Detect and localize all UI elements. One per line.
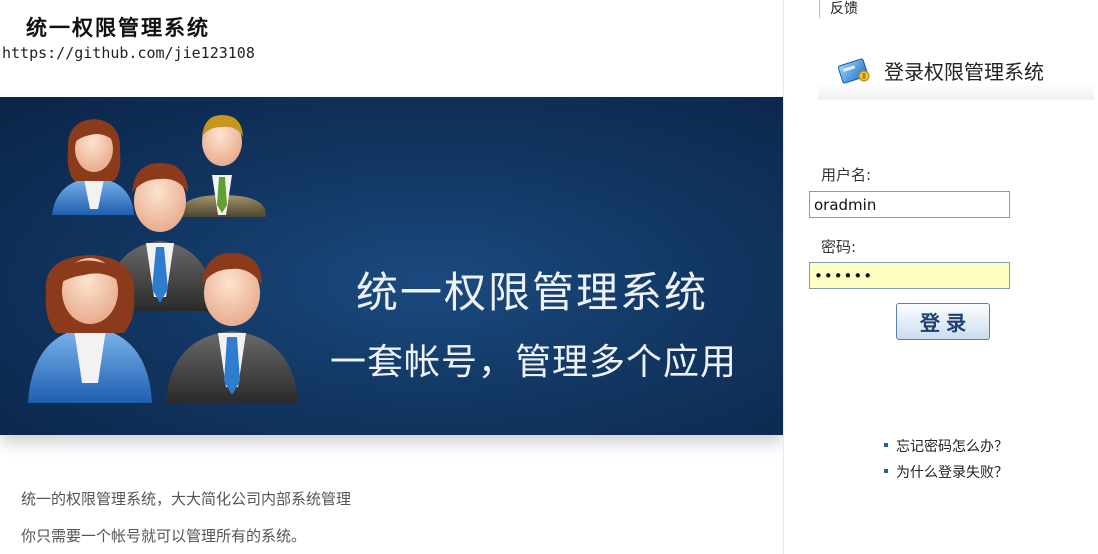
- banner-heading: 统一权限管理系统: [356, 268, 709, 317]
- login-title: 登录权限管理系统: [884, 60, 1044, 84]
- bullet-icon: [884, 443, 888, 447]
- description-line-1: 统一的权限管理系统，大大简化公司内部系统管理: [21, 490, 352, 508]
- username-input[interactable]: [809, 191, 1010, 218]
- intro-panel: 统一权限管理系统 https://github.com/jie123108 统一…: [0, 0, 783, 554]
- login-header: 登录权限管理系统: [818, 44, 1094, 100]
- password-input[interactable]: [809, 262, 1010, 289]
- help-links: 忘记密码怎么办？ 为什么登录失败？: [884, 436, 1008, 488]
- username-label: 用户名:: [821, 166, 872, 184]
- login-button[interactable]: 登录: [896, 303, 990, 340]
- login-page: 统一权限管理系统 https://github.com/jie123108 统一…: [0, 0, 1098, 554]
- feedback-link[interactable]: 反馈: [819, 0, 858, 18]
- help-link-label: 忘记密码怎么办？: [896, 439, 1008, 455]
- help-link-label: 为什么登录失败？: [896, 465, 1008, 481]
- people-group-illustration: [28, 115, 298, 403]
- help-link-forgot-password[interactable]: 忘记密码怎么办？: [884, 436, 1008, 462]
- password-label: 密码:: [821, 238, 857, 256]
- bullet-icon: [884, 469, 888, 473]
- login-card-icon: [838, 58, 870, 84]
- help-link-login-failed[interactable]: 为什么登录失败？: [884, 462, 1008, 488]
- site-title: 统一权限管理系统: [26, 15, 210, 40]
- banner-subheading: 一套帐号，管理多个应用: [330, 342, 738, 383]
- description-line-2: 你只需要一个帐号就可以管理所有的系统。: [21, 527, 307, 545]
- login-panel: 反馈 登录权限管理系统 用户名: 密码: 登录: [783, 0, 1098, 554]
- hero-banner: 统一权限管理系统 一套帐号，管理多个应用: [0, 97, 783, 435]
- site-url: https://github.com/jie123108: [2, 44, 255, 62]
